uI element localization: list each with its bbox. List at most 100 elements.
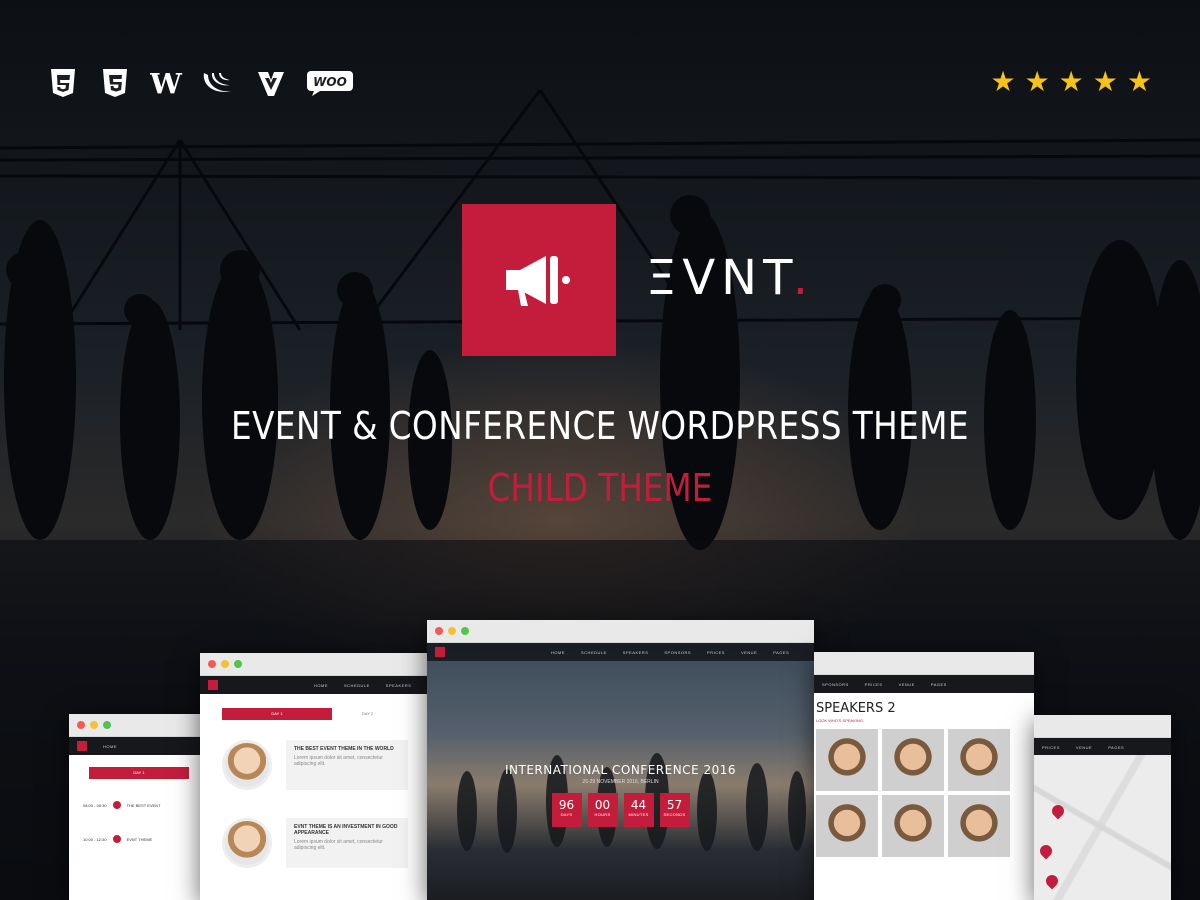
browser-chrome [200, 653, 430, 676]
browser-chrome [814, 652, 1034, 675]
countdown-value: 96 [558, 798, 575, 812]
nav-item: VENUE [898, 681, 915, 687]
woo-text: WOO [313, 75, 347, 89]
nav-item: VENUE [1075, 744, 1093, 750]
browser-chrome [1034, 715, 1171, 738]
headline: EVENT & CONFERENCE WORDPRESS THEME [231, 404, 969, 448]
nav-item: PRICES [707, 649, 725, 655]
map-pin-icon [1043, 872, 1061, 890]
wordpress-icon: W [150, 66, 184, 100]
countdown-hours: 00 HOURS [587, 793, 618, 827]
star-icon: ★ [1126, 65, 1152, 98]
site-logo-icon [77, 741, 87, 751]
star-icon: ★ [1024, 65, 1050, 98]
timeline-dot-icon [112, 835, 121, 843]
map-pin-icon [1049, 802, 1067, 820]
testimonial-title: EVNT THEME IS AN INVESTMENT IN GOOD APPE… [294, 824, 398, 836]
countdown-label: HOURS [594, 812, 611, 817]
site-nav: PRICES VENUE PAGES [1034, 738, 1171, 756]
schedule-tab: DAY 1 [89, 767, 189, 779]
nav-item: SPEAKERS [622, 649, 649, 655]
brand-text: ΞVNT [646, 250, 793, 306]
site-logo-icon [208, 680, 218, 690]
avatar [222, 818, 272, 868]
nav-item: HOME [103, 743, 117, 749]
nav-item: PAGES [1108, 744, 1125, 750]
nav-item: SPEAKERS [385, 682, 412, 688]
speaker-photo [882, 729, 944, 791]
testimonial-item: EVNT THEME IS AN INVESTMENT IN GOOD APPE… [200, 796, 430, 874]
schedule-item: 08:00 - 09:30 THE BEST EVENT [83, 801, 195, 809]
schedule-list: 08:00 - 09:30 THE BEST EVENT 10:00 - 12:… [69, 791, 209, 853]
close-dot-icon [435, 627, 443, 635]
tab-day-2: DAY 2 [362, 711, 374, 716]
speaker-photo [882, 795, 944, 857]
countdown-seconds: 57 SECONDS [659, 793, 690, 827]
nav-item: HOME [314, 682, 328, 688]
countdown-value: 57 [666, 798, 683, 812]
woocommerce-icon: WOO [306, 66, 354, 100]
countdown: 96 DAYS 00 HOURS 44 MINUTES 57 SECONDS [427, 793, 814, 827]
speaker-photo [948, 795, 1010, 857]
megaphone-icon [506, 256, 570, 306]
speaker-photo [948, 729, 1010, 791]
schedule-title: THE BEST EVENT [126, 802, 161, 808]
minimize-dot-icon [221, 660, 229, 668]
css3-icon [46, 66, 80, 100]
venue-map [1034, 755, 1171, 900]
testimonial-text: Lorem ipsum dolor sit amet, consectetur … [294, 839, 383, 851]
jquery-icon [202, 66, 236, 100]
technology-icons: W WOO [46, 66, 354, 100]
nav-item: PAGES [930, 681, 947, 687]
countdown-value: 44 [630, 798, 647, 812]
schedule-time: 08:00 - 09:30 [83, 802, 107, 808]
star-icon: ★ [990, 65, 1016, 98]
star-icon: ★ [1058, 65, 1084, 98]
nav-item: PRICES [864, 681, 883, 687]
day-tabs: DAY 1 DAY 2 [222, 708, 408, 720]
star-icon: ★ [1092, 65, 1118, 98]
maximize-dot-icon [234, 660, 242, 668]
tab-day-1: DAY 1 [222, 708, 332, 720]
testimonial-text: Lorem ipsum dolor sit amet, consectetur … [294, 755, 383, 767]
testimonial-quote: THE BEST EVENT THEME IN THE WORLD Lorem … [286, 740, 408, 790]
speakers-subtitle: LOOK WHO'S SPEAKING [816, 718, 863, 723]
map-pin-icon [1037, 842, 1055, 860]
site-logo-icon [435, 647, 445, 657]
testimonial-quote: EVNT THEME IS AN INVESTMENT IN GOOD APPE… [286, 818, 408, 868]
countdown-label: DAYS [560, 812, 573, 817]
countdown-label: SECONDS [663, 812, 686, 817]
brand-dot: . [792, 250, 814, 306]
nav-item: SCHEDULE [344, 682, 370, 688]
brand-name: ΞVNT. [646, 250, 814, 306]
visual-composer-icon [254, 66, 288, 100]
countdown-minutes: 44 MINUTES [623, 793, 654, 827]
speaker-photo [816, 795, 878, 857]
svg-text:W: W [150, 68, 183, 98]
nav-item: HOME [551, 649, 565, 655]
browser-chrome [427, 620, 814, 643]
site-nav: HOME SCHEDULE SPEAKERS SPONSORS PRICES V… [427, 643, 814, 661]
speakers-title: SPEAKERS 2 [816, 701, 896, 716]
html5-icon [98, 66, 132, 100]
close-dot-icon [77, 721, 85, 729]
mockup-schedule-small: HOME DAY 1 08:00 - 09:30 THE BEST EVENT … [69, 714, 209, 900]
maximize-dot-icon [103, 721, 111, 729]
mockup-map: PRICES VENUE PAGES [1034, 715, 1171, 900]
mockup-hero: HOME SCHEDULE SPEAKERS SPONSORS PRICES V… [427, 620, 814, 900]
site-nav: HOME [69, 737, 209, 755]
hero-section: HOME SCHEDULE SPEAKERS SPONSORS PRICES V… [427, 643, 814, 900]
nav-item: SPONSORS [822, 681, 849, 687]
nav-item: VENUE [740, 649, 758, 655]
minimize-dot-icon [448, 627, 456, 635]
schedule-time: 10:00 - 12:30 [83, 836, 107, 842]
subheadline: CHILD THEME [487, 466, 713, 510]
browser-chrome [69, 714, 209, 737]
schedule-title: EVNT THEME [126, 836, 153, 842]
site-nav: SPONSORS PRICES VENUE PAGES [814, 675, 1034, 693]
mockup-testimonials: HOME SCHEDULE SPEAKERS DAY 1 DAY 2 THE B… [200, 653, 430, 900]
hero-subtitle: 26-29 NOVEMBER 2016, BERLIN [582, 779, 659, 785]
nav-item: PRICES [1042, 744, 1060, 750]
rating-stars: ★ ★ ★ ★ ★ [990, 68, 1152, 96]
testimonial-title: THE BEST EVENT THEME IN THE WORLD [294, 746, 394, 752]
